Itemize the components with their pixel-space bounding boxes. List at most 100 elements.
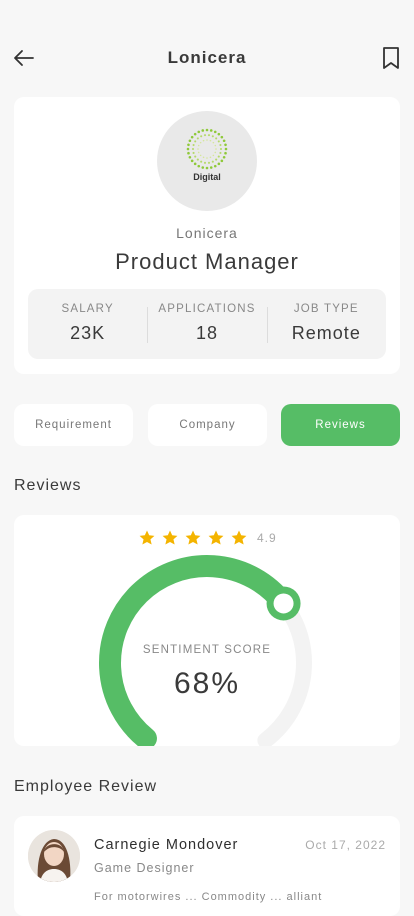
logo-dot [202,156,205,159]
logo-dot [215,158,218,161]
logo-dot [205,166,209,170]
logo-dot [222,155,226,159]
logo-dot [219,144,222,147]
logo-dot [211,160,214,163]
logo-dot [224,151,227,155]
logo-dot [194,155,197,158]
logo-dot [200,135,203,138]
reviews-card: 4.9 SENTIMENT SCORE 68% [14,515,400,746]
logo-dot [188,155,192,159]
logo-dot [188,139,192,143]
logo-dot [209,166,213,169]
logo-dot [186,147,190,151]
sentiment-value: 68% [173,667,241,700]
logo-dot [192,151,195,154]
reviewer-name: Carnegie Mondover [94,837,239,853]
logo-dot [197,144,200,147]
stat-value: 23K [70,323,106,343]
logo-dot [203,161,207,164]
logo-dot [197,148,199,150]
review-text: For motorwires ... Commodity ... alliant [94,891,323,903]
logo-dot [209,156,212,159]
star-icon [231,530,247,545]
employee-review-card[interactable]: Carnegie Mondover Game Designer Oct 17, … [14,816,400,916]
company-logo: Digital [157,111,257,211]
logo-dot [203,134,207,137]
logo-dot [214,151,217,154]
logo-dot [192,144,195,147]
sentiment-label: SENTIMENT SCORE [142,644,272,656]
logo-dot [212,154,215,157]
stat-label: SALARY [61,303,114,315]
logo-dot [217,140,220,143]
rating-value: 4.9 [257,531,277,545]
star-icon [139,530,155,545]
logo-dot [217,162,221,166]
bookmark-button[interactable] [380,46,402,70]
bookmark-icon [383,47,399,69]
employee-review-heading: Employee Review [14,778,158,795]
logo-dot [201,166,205,169]
logo-dot [197,130,201,134]
logo-dot [199,154,202,157]
logo-dot [187,151,190,155]
stat-job-type: JOB TYPE Remote [266,289,386,359]
logo-dot [190,159,194,163]
reviewer-role: Game Designer [94,861,195,875]
logo-dot [206,139,208,141]
logo-dot [196,158,199,161]
stat-value: Remote [291,323,361,343]
header: Lonicera [0,0,414,110]
logo-ring-icon [186,128,228,170]
logo-dot [193,132,197,136]
reviews-heading: Reviews [14,477,82,494]
stat-label: JOB TYPE [293,303,359,315]
stat-label: APPLICATIONS [158,303,256,315]
logo-dot [207,134,211,137]
logo-dot [197,151,200,154]
logo-text: Digital [193,172,221,182]
page-title: Lonicera [167,48,247,67]
logo-dot [219,147,223,151]
logo-dot [191,147,195,151]
star-icon [208,530,224,545]
logo-dot [213,164,217,168]
company-name: Lonicera [176,225,238,241]
logo-dot [224,143,227,147]
logo-dot [190,135,194,139]
logo-dot [212,141,215,144]
gauge-knob-inner [273,593,294,614]
tab-reviews[interactable]: Reviews [281,404,400,446]
logo-dot [213,130,217,134]
logo-dot [194,140,197,143]
tab-requirement[interactable]: Requirement [14,404,133,446]
logo-dot [187,143,190,147]
logo-dot [215,137,218,140]
logo-dot [220,159,224,163]
logo-dot [201,129,205,132]
logo-dot [193,162,197,166]
logo-dot [199,141,202,144]
logo-dot [211,135,214,138]
logo-dot [200,160,203,163]
logo-dot [206,157,208,159]
person-avatar-icon [28,830,80,882]
logo-dot [219,151,222,154]
logo-dot [214,144,217,147]
logo-dot [209,129,213,132]
stat-value: 18 [195,323,218,343]
logo-dot [215,148,217,150]
job-title: Product Manager [115,249,299,274]
sentiment-gauge [99,555,312,746]
job-card: Digital Lonicera Product Manager SALARY … [14,97,400,374]
tab-company[interactable]: Company [148,404,267,446]
avatar [28,830,80,882]
stat-salary: SALARY 23K [28,289,147,359]
logo-dot [207,161,211,164]
review-date: Oct 17, 2022 [305,838,386,852]
stat-applications: APPLICATIONS 18 [147,289,266,359]
logo-dot [197,164,201,168]
logo-dot [222,139,226,143]
logo-dot [202,139,205,142]
logo-dot [220,135,224,139]
